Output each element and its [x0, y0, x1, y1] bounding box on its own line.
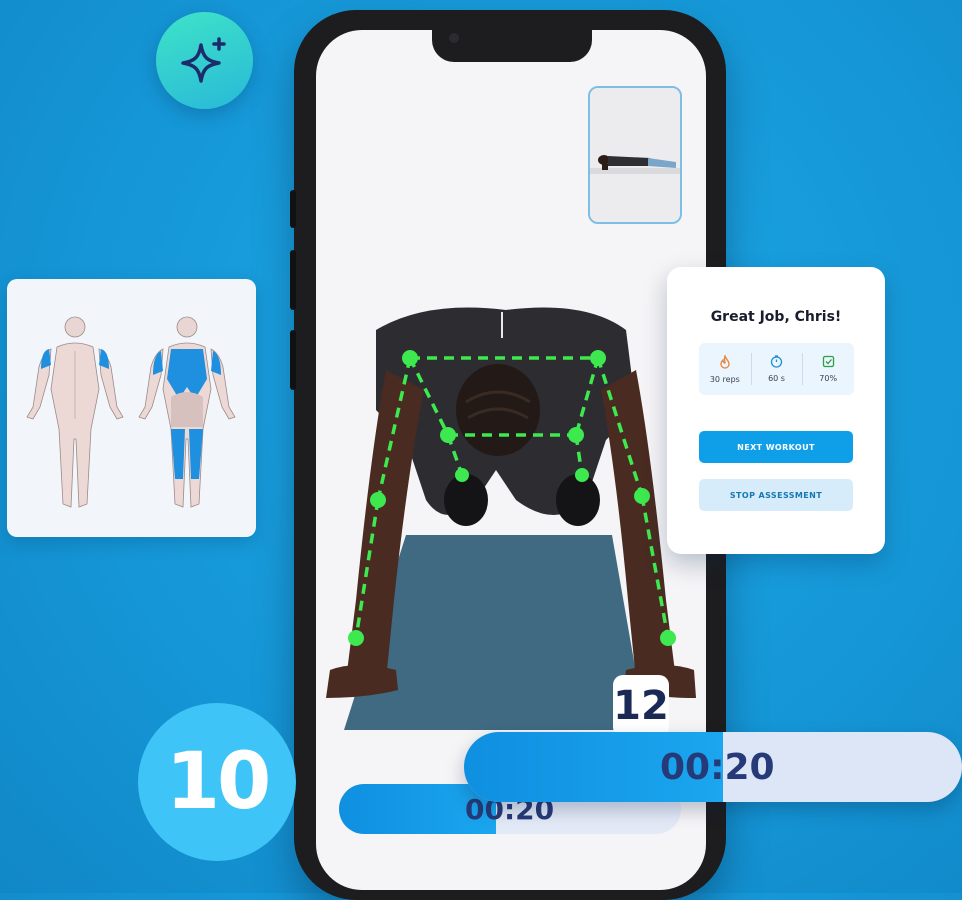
front-camera [449, 33, 459, 43]
plank-reference-image [590, 88, 680, 222]
muscle-map-card [7, 279, 256, 537]
next-workout-button[interactable]: NEXT WORKOUT [699, 431, 853, 463]
stat-accuracy-label: 70% [819, 374, 838, 383]
workout-result-card: Great Job, Chris! 30 reps 60 s 70% NEXT … [667, 267, 885, 554]
timer-text-large: 00:20 [660, 746, 775, 788]
timer-bar-large: 00:20 [464, 732, 962, 802]
stat-reps: 30 reps [699, 343, 751, 395]
stat-time: 60 s [750, 343, 803, 395]
flame-icon [720, 354, 730, 369]
phone-volume-button [290, 330, 296, 390]
phone-side-button [290, 190, 296, 228]
phone-volume-button [290, 250, 296, 310]
front-body-figure [26, 316, 124, 508]
stat-reps-label: 30 reps [709, 374, 740, 384]
check-square-icon [822, 355, 834, 368]
reference-video-thumbnail[interactable] [588, 86, 682, 224]
ai-sparkle-badge[interactable] [156, 12, 253, 109]
back-body-figure [138, 316, 236, 508]
result-stats: 30 reps 60 s 70% [699, 343, 854, 395]
sparkle-icon [180, 36, 226, 83]
stat-time-label: 60 s [768, 374, 785, 383]
stop-assessment-button[interactable]: STOP ASSESSMENT [699, 479, 853, 511]
muscle-anatomy-icon [26, 316, 236, 508]
result-title: Great Job, Chris! [710, 309, 842, 325]
timer-icon [770, 355, 783, 368]
rep-counter: 12 [613, 675, 669, 737]
rep-counter-badge: 10 [138, 703, 296, 861]
stat-accuracy: 70% [802, 343, 854, 395]
